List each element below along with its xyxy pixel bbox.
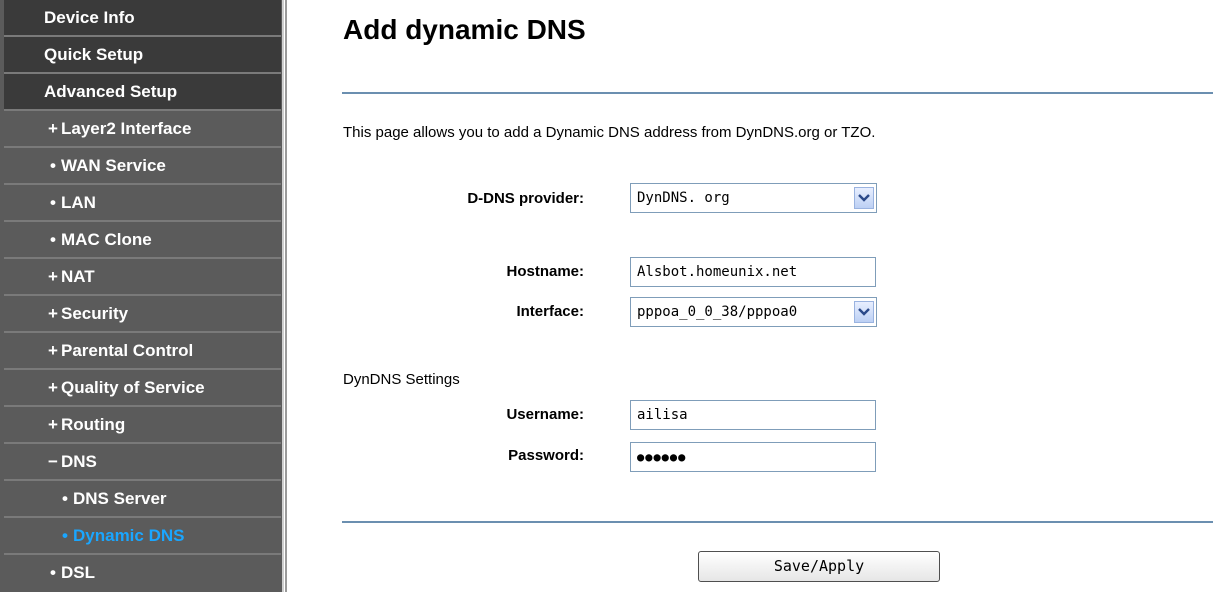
sidebar-item-label: DNS: [61, 452, 97, 471]
chevron-down-icon[interactable]: [854, 301, 874, 323]
interface-select[interactable]: pppoa_0_0_38/pppoa0: [630, 297, 877, 327]
sidebar-nav: Device Info Quick Setup Advanced Setup +…: [0, 0, 282, 592]
bullet-icon: •: [62, 489, 68, 508]
provider-label: D-DNS provider:: [467, 190, 584, 207]
sidebar-item-device-info[interactable]: Device Info: [4, 0, 281, 35]
expand-icon: +: [48, 304, 58, 323]
sidebar-item-label: DSL: [61, 563, 95, 582]
sidebar-item-quality-of-service[interactable]: + Quality of Service: [4, 370, 281, 405]
expand-icon: +: [48, 378, 58, 397]
sidebar-item-label: LAN: [61, 193, 96, 212]
username-label: Username:: [506, 406, 584, 423]
bottom-divider: [342, 521, 1213, 523]
expand-icon: +: [48, 119, 58, 138]
bullet-icon: •: [50, 156, 56, 175]
save-apply-button[interactable]: Save/Apply: [698, 551, 940, 582]
sidebar-item-dns[interactable]: − DNS: [4, 444, 281, 479]
sidebar-item-label: Dynamic DNS: [73, 526, 185, 545]
settings-heading: DynDNS Settings: [343, 371, 460, 388]
provider-select[interactable]: DynDNS. org: [630, 183, 877, 213]
sidebar-item-mac-clone[interactable]: • MAC Clone: [4, 222, 281, 257]
frame-divider: [282, 0, 284, 592]
password-input[interactable]: ●●●●●●: [630, 442, 876, 472]
top-divider: [342, 92, 1213, 94]
hostname-label: Hostname:: [506, 263, 584, 280]
page-title: Add dynamic DNS: [343, 14, 586, 45]
hostname-input[interactable]: Alsbot.homeunix.net: [630, 257, 876, 287]
sidebar-item-lan[interactable]: • LAN: [4, 185, 281, 220]
sidebar-item-label: Security: [61, 304, 129, 323]
sidebar-item-nat[interactable]: + NAT: [4, 259, 281, 294]
sidebar-item-label: Parental Control: [61, 341, 194, 360]
sidebar-item-label: MAC Clone: [61, 230, 152, 249]
bullet-icon: •: [50, 193, 56, 212]
frame-divider: [285, 0, 287, 592]
sidebar-item-label: Layer2 Interface: [61, 119, 192, 138]
sidebar-item-quick-setup[interactable]: Quick Setup: [4, 37, 281, 72]
sidebar-item-dsl[interactable]: • DSL: [4, 555, 281, 592]
sidebar-item-label: Advanced Setup: [44, 82, 178, 101]
sidebar-item-label: Quality of Service: [61, 378, 205, 397]
sidebar-item-dns-server[interactable]: • DNS Server: [4, 481, 281, 516]
sidebar-item-wan-service[interactable]: • WAN Service: [4, 148, 281, 183]
password-label: Password:: [508, 447, 584, 464]
bullet-icon: •: [62, 526, 68, 545]
interface-select-value: pppoa_0_0_38/pppoa0: [637, 304, 798, 320]
sidebar-item-routing[interactable]: + Routing: [4, 407, 281, 442]
username-input[interactable]: ailisa: [630, 400, 876, 430]
sidebar-item-label: Quick Setup: [44, 45, 144, 64]
sidebar-item-label: WAN Service: [61, 156, 166, 175]
bullet-icon: •: [50, 563, 56, 582]
bullet-icon: •: [50, 230, 56, 249]
sidebar-item-label: Device Info: [44, 8, 135, 27]
sidebar-item-layer2-interface[interactable]: + Layer2 Interface: [4, 111, 281, 146]
sidebar-item-label: Routing: [61, 415, 126, 434]
collapse-icon: −: [48, 452, 58, 471]
sidebar-item-parental-control[interactable]: + Parental Control: [4, 333, 281, 368]
page-description: This page allows you to add a Dynamic DN…: [343, 124, 876, 141]
sidebar-item-label: NAT: [61, 267, 95, 286]
sidebar-item-label: DNS Server: [73, 489, 167, 508]
chevron-down-icon[interactable]: [854, 187, 874, 209]
provider-select-value: DynDNS. org: [637, 190, 730, 206]
sidebar-item-advanced-setup[interactable]: Advanced Setup: [4, 74, 281, 109]
expand-icon: +: [48, 415, 58, 434]
sidebar-item-dynamic-dns[interactable]: • Dynamic DNS: [4, 518, 281, 553]
sidebar-item-security[interactable]: + Security: [4, 296, 281, 331]
interface-label: Interface:: [516, 303, 584, 320]
expand-icon: +: [48, 267, 58, 286]
expand-icon: +: [48, 341, 58, 360]
